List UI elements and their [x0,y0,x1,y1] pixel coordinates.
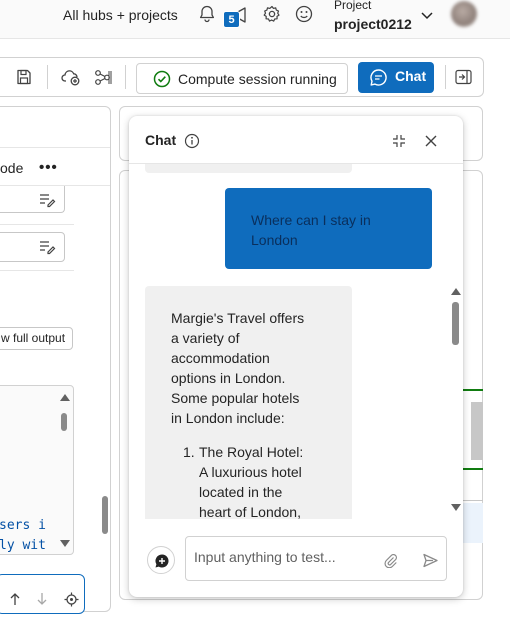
compute-session-button[interactable]: Compute session running [136,63,348,94]
arrow-down-icon[interactable] [36,592,48,606]
attach-icon[interactable] [383,553,398,568]
chat-title: Chat [145,132,177,148]
new-chat-icon [155,554,169,568]
toolbar-divider [445,65,446,89]
new-chat-button[interactable] [147,546,175,574]
check-circle-icon [153,70,171,88]
info-icon[interactable] [184,133,200,149]
top-header: All hubs + projects 5 Project project021… [0,0,510,38]
chat-input-placeholder: Input anything to test... [194,549,336,565]
flow-icon[interactable] [93,68,113,86]
list-text: The Royal Hotel: A luxurious hotel locat… [199,444,304,519]
compute-status-label: Compute session running [178,71,337,87]
arrow-up-icon[interactable] [9,592,21,606]
assistant-message-text: Margie's Travel offers a variety of acco… [171,310,305,426]
chat-button-label: Chat [395,68,427,84]
mode-label[interactable]: ode [0,160,23,176]
cloud-sync-icon[interactable] [61,68,81,86]
collapse-panel-icon[interactable] [455,69,472,85]
hubs-projects-link[interactable]: All hubs + projects [63,7,178,23]
project-label: Project [334,0,372,12]
scrollbar-thumb[interactable] [102,496,108,534]
user-message-bubble: Where can I stay in London [225,188,432,269]
save-icon[interactable] [15,68,33,86]
bell-icon[interactable] [197,4,217,24]
project-name[interactable]: project0212 [334,16,412,32]
close-icon[interactable] [423,133,439,149]
scroll-up-arrow[interactable] [60,394,70,401]
user-message-text: Where can I stay in London [251,212,371,248]
avatar[interactable] [451,1,477,27]
scrollbar-track [471,402,483,460]
view-full-output-button[interactable]: w full output [0,327,73,350]
toolbar-divider [125,65,126,89]
chat-button[interactable]: Chat [358,62,434,93]
chat-messages: Where can I stay in London Margie's Trav… [129,164,463,519]
scrollbar-thumb[interactable] [452,302,459,345]
gear-icon[interactable] [262,4,282,24]
scroll-down-arrow[interactable] [451,504,461,511]
chat-panel: Chat Where can I stay in London Margie's… [129,116,463,597]
notification-badge: 5 [223,11,240,28]
chat-bubble-icon [369,68,388,87]
chat-input[interactable]: Input anything to test... [185,536,447,581]
more-options-button[interactable]: ••• [39,159,58,176]
cell-field[interactable] [0,232,65,262]
scroll-down-arrow[interactable] [60,540,70,547]
divider [0,224,74,225]
scrollbar-thumb[interactable] [61,413,67,431]
smiley-icon[interactable] [294,4,314,24]
edit-lines-icon[interactable] [38,192,56,208]
minimize-icon[interactable] [391,133,407,149]
toolbar-divider [47,65,48,89]
edit-lines-icon[interactable] [38,239,56,255]
code-line: sers i [0,518,46,533]
cell-field[interactable] [0,186,65,213]
divider [0,270,74,271]
list-number: 1. [183,444,195,460]
previous-message-bubble [145,164,352,173]
scroll-up-arrow[interactable] [451,288,461,295]
divider [0,147,110,148]
cell-output: sers i ly wit [0,385,74,555]
code-line: ly wit [0,538,46,553]
chevron-down-icon[interactable] [419,7,435,23]
target-icon[interactable] [64,592,79,607]
send-icon[interactable] [422,552,439,569]
assistant-message-bubble: Margie's Travel offers a variety of acco… [145,286,352,519]
